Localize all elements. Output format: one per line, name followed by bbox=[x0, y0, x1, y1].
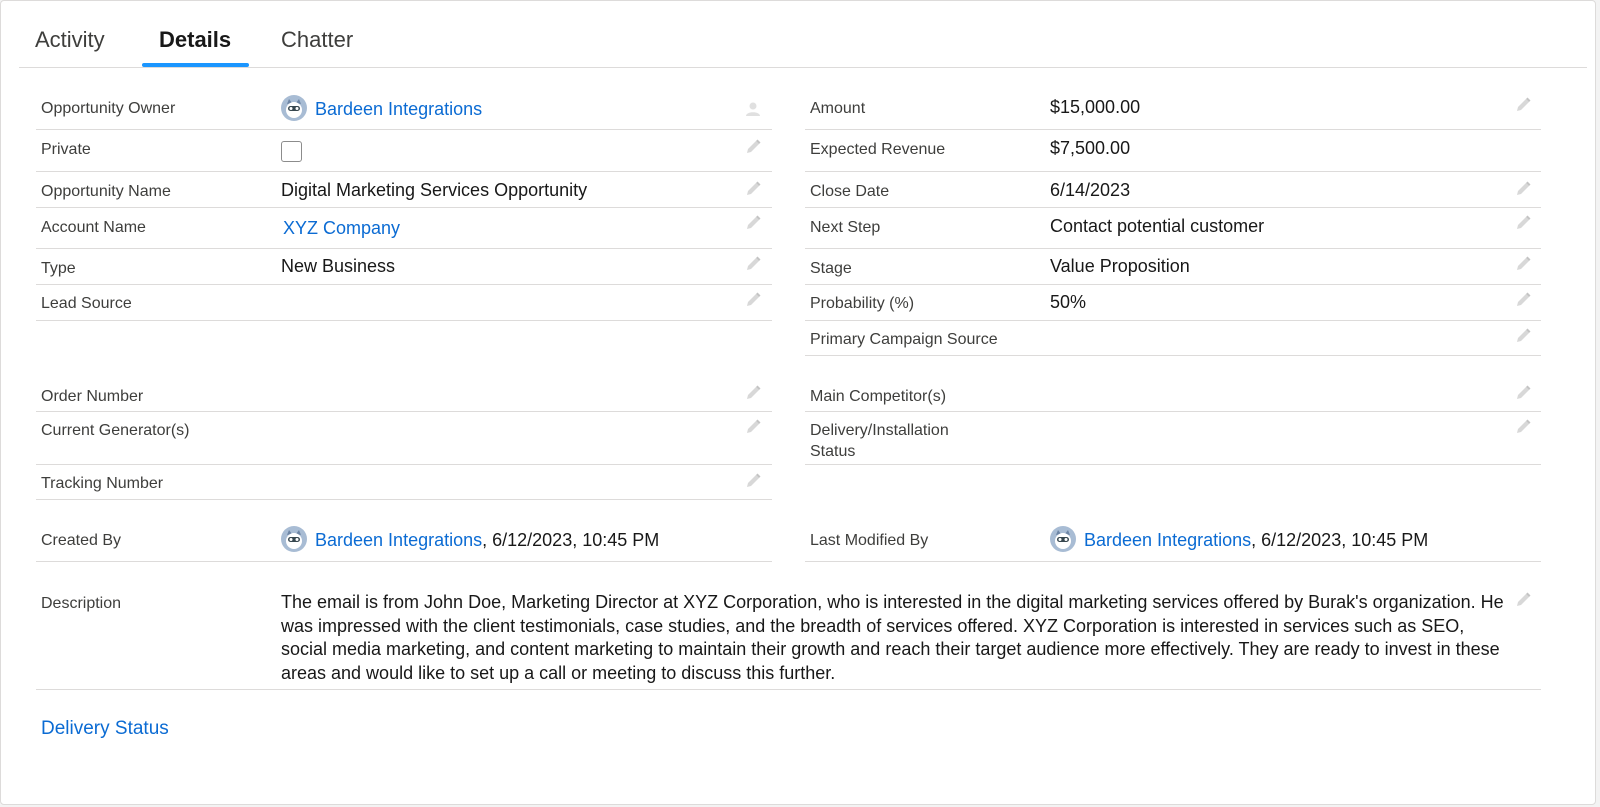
edit-pencil-icon[interactable] bbox=[744, 291, 762, 309]
field-label: Created By bbox=[41, 532, 122, 549]
field-delivery-installation-status: Delivery/Installation Status bbox=[805, 412, 1541, 465]
owner-link[interactable]: Bardeen Integrations bbox=[315, 99, 482, 119]
tab-details[interactable]: Details bbox=[159, 27, 231, 53]
field-value: Digital Marketing Services Opportunity bbox=[281, 180, 588, 200]
field-value: Bardeen Integrations, 6/12/2023, 10:45 P… bbox=[1050, 526, 1429, 553]
field-value: 6/14/2023 bbox=[1050, 180, 1131, 200]
edit-pencil-icon[interactable] bbox=[1514, 96, 1532, 114]
field-label: Opportunity Name bbox=[41, 183, 171, 200]
tab-activity[interactable]: Activity bbox=[35, 27, 105, 53]
field-type: Type New Business bbox=[36, 249, 772, 285]
field-opportunity-name: Opportunity Name Digital Marketing Servi… bbox=[36, 172, 772, 208]
field-label: Amount bbox=[810, 100, 866, 117]
field-value: Value Proposition bbox=[1050, 256, 1190, 276]
created-by-link[interactable]: Bardeen Integrations bbox=[315, 530, 482, 550]
field-label: Opportunity Owner bbox=[41, 100, 176, 117]
field-label: Delivery/Installation Status bbox=[810, 420, 949, 462]
field-label: Current Generator(s) bbox=[41, 422, 190, 439]
field-primary-campaign-source: Primary Campaign Source bbox=[805, 321, 1541, 356]
field-label-line-2: Status bbox=[810, 443, 856, 460]
field-label: Main Competitor(s) bbox=[810, 388, 947, 405]
edit-pencil-icon[interactable] bbox=[1514, 384, 1532, 402]
edit-pencil-icon[interactable] bbox=[1514, 591, 1532, 609]
field-label: Account Name bbox=[41, 219, 146, 236]
field-next-step: Next Step Contact potential customer bbox=[805, 208, 1541, 249]
field-label: Expected Revenue bbox=[810, 141, 946, 158]
delivery-status-section-link[interactable]: Delivery Status bbox=[41, 718, 169, 740]
edit-pencil-icon[interactable] bbox=[744, 180, 762, 198]
field-last-modified-by: Last Modified By Bardeen Integrations, 6… bbox=[805, 519, 1541, 562]
field-label: Stage bbox=[810, 260, 852, 277]
field-probability: Probability (%) 50% bbox=[805, 285, 1541, 321]
field-label: Lead Source bbox=[41, 295, 132, 312]
field-value: 50% bbox=[1050, 292, 1087, 312]
field-order-number: Order Number bbox=[36, 377, 772, 412]
field-current-generators: Current Generator(s) bbox=[36, 412, 772, 465]
field-lead-source: Lead Source bbox=[36, 285, 772, 321]
field-label: Next Step bbox=[810, 219, 881, 236]
edit-pencil-icon[interactable] bbox=[744, 255, 762, 273]
field-value: Bardeen Integrations, 6/12/2023, 10:45 P… bbox=[281, 526, 660, 553]
edit-pencil-icon[interactable] bbox=[1514, 214, 1532, 232]
field-label-line-1: Delivery/Installation bbox=[810, 422, 949, 439]
field-label: Probability (%) bbox=[810, 295, 915, 312]
tab-bar: Activity Details Chatter bbox=[19, 1, 1587, 68]
details-panel: Activity Details Chatter Opportunity Own… bbox=[0, 0, 1596, 805]
field-label: Order Number bbox=[41, 388, 144, 405]
field-label: Type bbox=[41, 260, 76, 277]
edit-pencil-icon[interactable] bbox=[1514, 327, 1532, 345]
field-tracking-number: Tracking Number bbox=[36, 465, 772, 500]
created-date: , 6/12/2023, 10:45 PM bbox=[482, 530, 660, 550]
field-label: Private bbox=[41, 141, 91, 158]
edit-pencil-icon[interactable] bbox=[1514, 255, 1532, 273]
field-close-date: Close Date 6/14/2023 bbox=[805, 172, 1541, 208]
field-stage: Stage Value Proposition bbox=[805, 249, 1541, 285]
description-text: The email is from John Doe, Marketing Di… bbox=[281, 592, 1504, 683]
field-value: Contact potential customer bbox=[1050, 216, 1265, 236]
field-main-competitors: Main Competitor(s) bbox=[805, 377, 1541, 412]
edit-pencil-icon[interactable] bbox=[744, 418, 762, 436]
modified-date: , 6/12/2023, 10:45 PM bbox=[1251, 530, 1429, 550]
field-label: Close Date bbox=[810, 183, 890, 200]
user-avatar-icon bbox=[281, 95, 307, 122]
field-account-name: Account Name XYZ Company bbox=[36, 208, 772, 249]
private-checkbox[interactable] bbox=[281, 141, 302, 162]
field-opportunity-owner: Opportunity Owner Bardeen Integrations bbox=[36, 89, 772, 130]
field-value: New Business bbox=[281, 256, 396, 276]
field-expected-revenue: Expected Revenue $7,500.00 bbox=[805, 130, 1541, 172]
field-label: Tracking Number bbox=[41, 475, 164, 492]
field-label: Primary Campaign Source bbox=[810, 331, 998, 348]
field-description: Description The email is from John Doe, … bbox=[36, 579, 1541, 690]
field-label: Description bbox=[41, 595, 122, 612]
tab-chatter[interactable]: Chatter bbox=[281, 27, 353, 53]
edit-pencil-icon[interactable] bbox=[1514, 418, 1532, 436]
field-label: Last Modified By bbox=[810, 532, 929, 549]
field-created-by: Created By Bardeen Integrations, 6/12/20… bbox=[36, 519, 772, 562]
edit-pencil-icon[interactable] bbox=[744, 138, 762, 156]
edit-pencil-icon[interactable] bbox=[1514, 291, 1532, 309]
edit-pencil-icon[interactable] bbox=[744, 384, 762, 402]
change-owner-icon[interactable] bbox=[744, 100, 762, 118]
field-value: $15,000.00 bbox=[1050, 97, 1141, 117]
field-amount: Amount $15,000.00 bbox=[805, 89, 1541, 130]
user-avatar-icon bbox=[1050, 526, 1076, 553]
edit-pencil-icon[interactable] bbox=[744, 472, 762, 490]
account-link[interactable]: XYZ Company bbox=[283, 216, 400, 240]
user-avatar-icon bbox=[281, 526, 307, 553]
field-private: Private bbox=[36, 130, 772, 172]
edit-pencil-icon[interactable] bbox=[744, 214, 762, 232]
field-value: Bardeen Integrations bbox=[281, 95, 482, 122]
field-value: $7,500.00 bbox=[1050, 138, 1131, 158]
modified-by-link[interactable]: Bardeen Integrations bbox=[1084, 530, 1251, 550]
edit-pencil-icon[interactable] bbox=[1514, 180, 1532, 198]
active-tab-indicator bbox=[142, 63, 249, 67]
